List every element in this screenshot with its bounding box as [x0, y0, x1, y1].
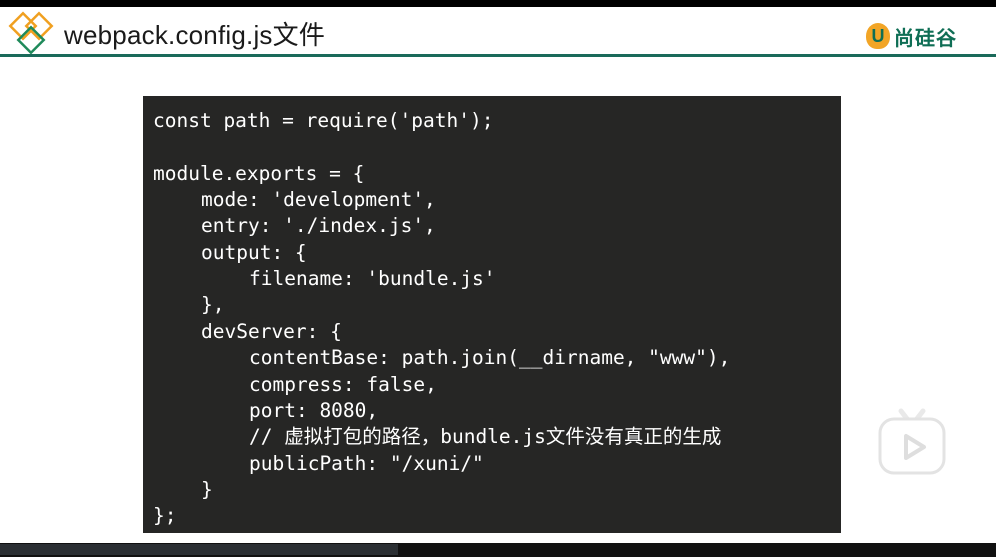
slide: webpack.config.js文件 U 尚硅谷 const path = r… [0, 7, 996, 543]
slide-title: webpack.config.js文件 [64, 20, 326, 50]
code-line: module.exports = { [153, 162, 365, 185]
play-icon[interactable] [877, 407, 947, 477]
brand-logo: U 尚硅谷 [866, 21, 957, 51]
code-line: contentBase: path.join(__dirname, "www")… [249, 346, 731, 369]
brand-mark-letter: U [871, 25, 885, 46]
diamond-logo-icon [8, 11, 54, 55]
brand-name: 尚硅谷 [894, 25, 957, 50]
code-line: } [201, 478, 213, 501]
code-line: devServer: { [201, 320, 342, 343]
brand-mark-icon: U [866, 23, 890, 49]
code-line: const path = require('path'); [153, 109, 494, 132]
code-line: mode: 'development', [201, 188, 436, 211]
code-line: entry: './index.js', [201, 214, 436, 237]
code-line: }, [201, 293, 225, 316]
code-line: compress: false, [249, 373, 437, 396]
code-line: port: 8080, [249, 399, 379, 422]
header-divider [0, 54, 996, 57]
code-line: output: { [201, 241, 307, 264]
slide-header: webpack.config.js文件 U 尚硅谷 [0, 7, 996, 57]
code-line: }; [153, 504, 177, 527]
code-comment-line: // 虚拟打包的路径，bundle.js文件没有真正的生成 [249, 425, 722, 448]
code-line: publicPath: "/xuni/" [249, 452, 484, 475]
code-line: filename: 'bundle.js' [249, 267, 496, 290]
progress-bar[interactable] [0, 544, 399, 555]
code-block: const path = require('path'); module.exp… [143, 96, 841, 533]
